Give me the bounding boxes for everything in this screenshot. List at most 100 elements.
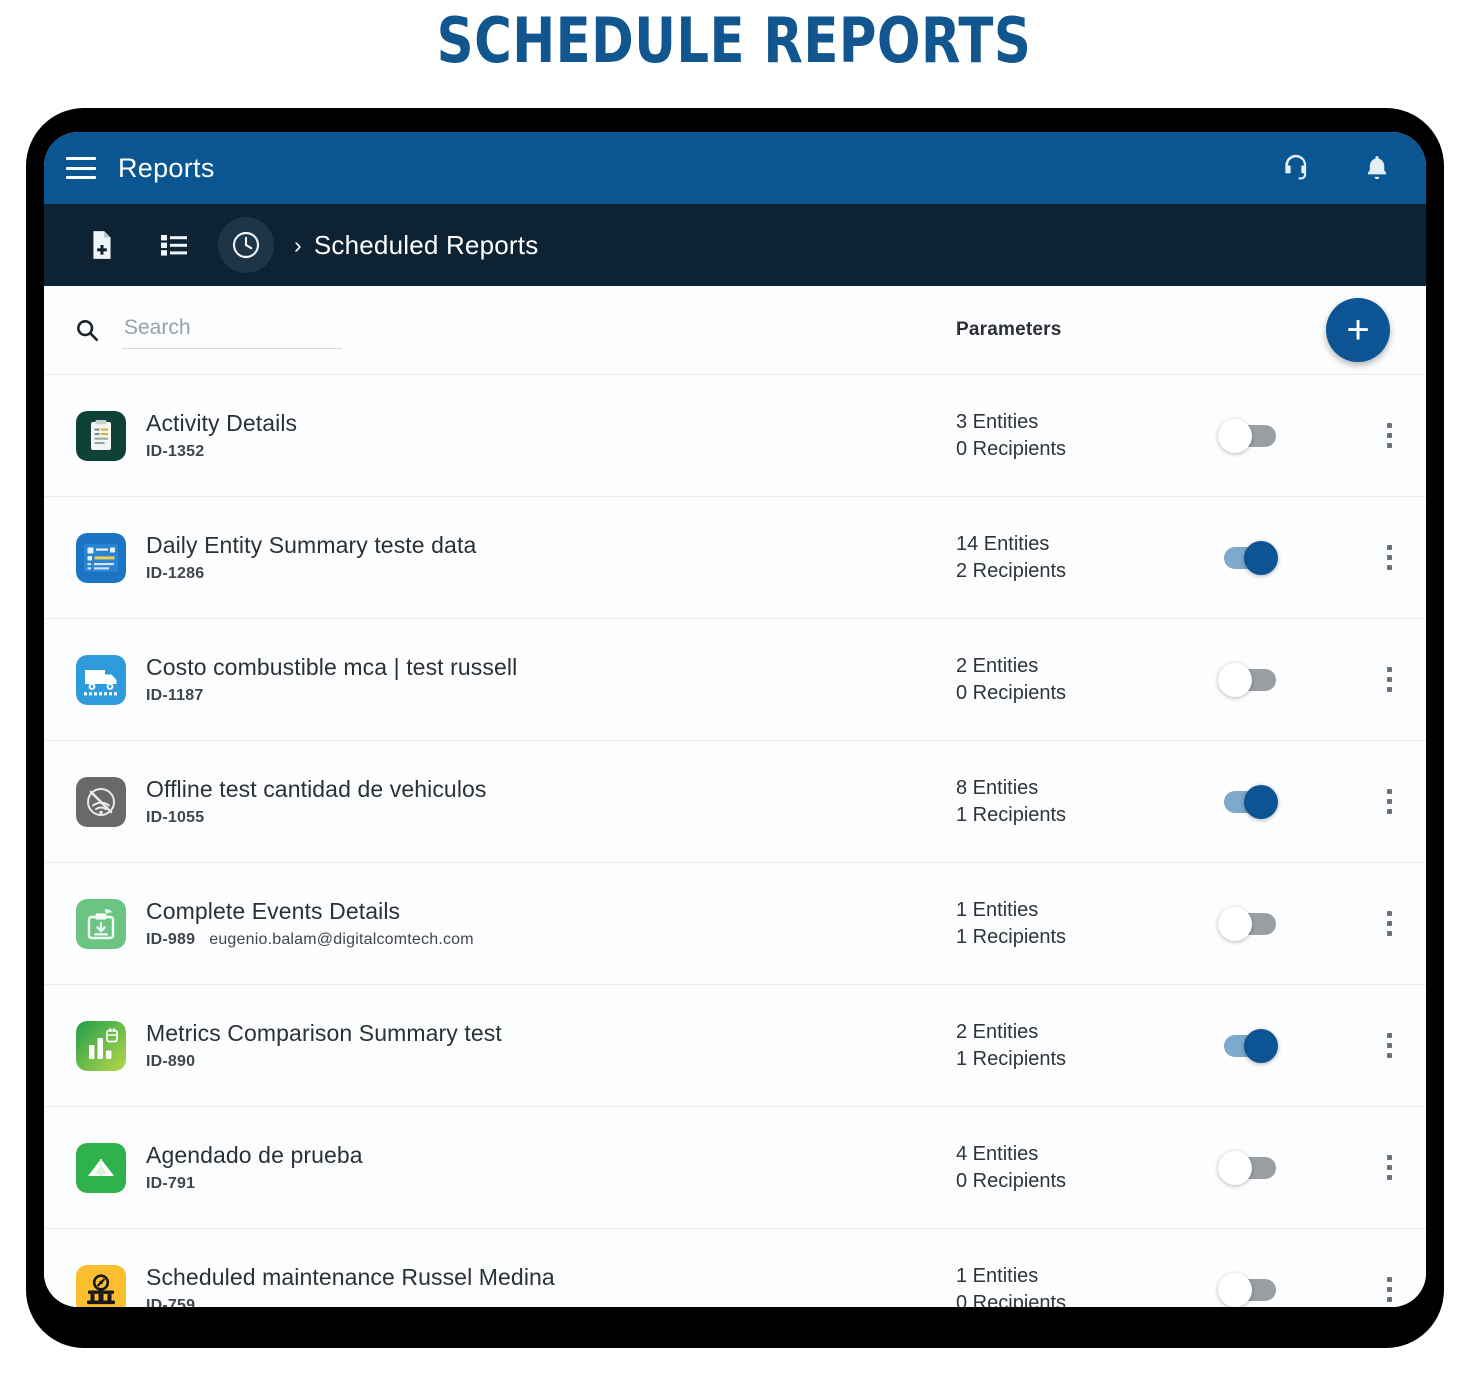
- recipients-count: 1 Recipients: [956, 1047, 1067, 1070]
- add-scheduled-report-button[interactable]: +: [1326, 298, 1390, 362]
- enable-toggle[interactable]: [1218, 1150, 1278, 1185]
- report-meta: ID-791: [146, 1175, 363, 1193]
- entities-count: 8 Entities: [956, 777, 1039, 800]
- report-meta: ID-1352: [146, 443, 297, 461]
- report-meta: ID-1055: [146, 809, 487, 827]
- report-id: ID-890: [146, 1053, 196, 1071]
- row-text: Complete Events Details ID-989 eugenio.b…: [146, 898, 474, 950]
- toggle-knob: [1244, 784, 1278, 819]
- row-text: Offline test cantidad de vehiculos ID-10…: [146, 776, 487, 828]
- enable-toggle[interactable]: [1222, 1028, 1278, 1063]
- report-name: Metrics Comparison Summary test: [146, 1019, 502, 1046]
- row-menu-icon[interactable]: [1372, 663, 1406, 697]
- recipients-count: 2 Recipients: [956, 559, 1067, 582]
- entities-count: 2 Entities: [956, 655, 1039, 678]
- table-row[interactable]: Complete Events Details ID-989 eugenio.b…: [44, 862, 1426, 984]
- recipients-count: 0 Recipients: [956, 437, 1067, 460]
- report-meta: ID-890: [146, 1053, 502, 1071]
- enable-toggle[interactable]: [1222, 540, 1278, 575]
- table-row[interactable]: Daily Entity Summary teste data ID-1286 …: [44, 496, 1426, 618]
- entities-count: 14 Entities: [956, 533, 1050, 556]
- truck-fuel-icon: [76, 654, 126, 705]
- table-row[interactable]: Scheduled maintenance Russel Medina ID-7…: [44, 1228, 1426, 1307]
- report-id: ID-989: [146, 931, 196, 949]
- table-row[interactable]: Activity Details ID-1352 3 Entities 0 Re…: [44, 374, 1426, 496]
- headset-icon[interactable]: [1280, 152, 1312, 184]
- toggle-knob: [1218, 1150, 1252, 1185]
- row-parameters: 1 Entities 0 Recipients: [956, 1263, 1066, 1307]
- row-text: Daily Entity Summary teste data ID-1286: [146, 532, 476, 584]
- recipients-count: 0 Recipients: [956, 1291, 1067, 1308]
- chevron-right-icon: ›: [294, 231, 302, 258]
- table-row[interactable]: Offline test cantidad de vehiculos ID-10…: [44, 740, 1426, 862]
- report-name: Offline test cantidad de vehiculos: [146, 775, 487, 802]
- toggle-knob: [1244, 540, 1278, 575]
- bar-chart-icon: [76, 1020, 126, 1071]
- bell-icon[interactable]: [1362, 152, 1392, 184]
- enable-toggle[interactable]: [1218, 1272, 1278, 1307]
- toggle-knob: [1218, 662, 1252, 697]
- report-name: Costo combustible mca | test russell: [146, 653, 518, 680]
- toggle-knob: [1218, 906, 1252, 941]
- enable-toggle[interactable]: [1218, 418, 1278, 453]
- row-menu-icon[interactable]: [1372, 541, 1406, 575]
- report-id: ID-1055: [146, 809, 205, 827]
- row-parameters: 1 Entities 1 Recipients: [956, 897, 1066, 950]
- triangle-mark-icon: [76, 1142, 126, 1193]
- report-meta: ID-989 eugenio.balam@digitalcomtech.com: [146, 931, 474, 949]
- report-name: Activity Details: [146, 409, 298, 436]
- plus-icon: +: [1346, 308, 1370, 352]
- report-list-icon[interactable]: [146, 217, 202, 273]
- report-id: ID-1352: [146, 443, 205, 461]
- entities-count: 2 Entities: [956, 1021, 1039, 1044]
- row-text: Scheduled maintenance Russel Medina ID-7…: [146, 1264, 555, 1307]
- report-id: ID-759: [146, 1297, 196, 1307]
- row-parameters: 8 Entities 1 Recipients: [956, 775, 1066, 828]
- report-id: ID-1286: [146, 565, 205, 583]
- scheduled-clock-icon[interactable]: [218, 217, 274, 273]
- toggle-knob: [1244, 1028, 1278, 1063]
- report-name: Complete Events Details: [146, 897, 401, 924]
- search-row: Parameters +: [44, 286, 1426, 374]
- row-menu-icon[interactable]: [1372, 419, 1406, 453]
- app-bar-actions: [1280, 152, 1392, 184]
- row-menu-icon[interactable]: [1372, 1029, 1406, 1063]
- toggle-knob: [1218, 1272, 1252, 1307]
- row-menu-icon[interactable]: [1372, 1273, 1406, 1307]
- recipients-count: 0 Recipients: [956, 681, 1067, 704]
- summary-card-icon: [76, 532, 126, 583]
- app-bar: Reports: [44, 132, 1426, 204]
- clipboard-document-icon: [76, 410, 126, 461]
- recipients-count: 0 Recipients: [956, 1169, 1067, 1192]
- report-meta: ID-759: [146, 1297, 555, 1307]
- toggle-knob: [1218, 418, 1252, 453]
- new-report-icon[interactable]: [74, 217, 130, 273]
- row-menu-icon[interactable]: [1372, 1151, 1406, 1185]
- row-text: Agendado de prueba ID-791: [146, 1142, 363, 1194]
- row-parameters: 4 Entities 0 Recipients: [956, 1141, 1066, 1194]
- enable-toggle[interactable]: [1218, 662, 1278, 697]
- breadcrumb: › Scheduled Reports: [294, 230, 538, 261]
- entities-count: 3 Entities: [956, 411, 1039, 434]
- table-row[interactable]: Metrics Comparison Summary test ID-890 2…: [44, 984, 1426, 1106]
- maintenance-gear-icon: [76, 1264, 126, 1307]
- report-name: Agendado de prueba: [146, 1141, 363, 1168]
- hamburger-icon[interactable]: [66, 157, 96, 179]
- enable-toggle[interactable]: [1218, 906, 1278, 941]
- row-menu-icon[interactable]: [1372, 785, 1406, 819]
- enable-toggle[interactable]: [1222, 784, 1278, 819]
- row-email: eugenio.balam@digitalcomtech.com: [209, 931, 474, 949]
- table-row[interactable]: Agendado de prueba ID-791 4 Entities 0 R…: [44, 1106, 1426, 1228]
- search-icon: [70, 317, 104, 343]
- row-parameters: 14 Entities 2 Recipients: [956, 531, 1066, 584]
- row-menu-icon[interactable]: [1372, 907, 1406, 941]
- row-text: Costo combustible mca | test russell ID-…: [146, 654, 517, 706]
- report-meta: ID-1187: [146, 687, 517, 705]
- row-parameters: 2 Entities 0 Recipients: [956, 653, 1066, 706]
- entities-count: 1 Entities: [956, 899, 1039, 922]
- offline-signal-icon: [76, 776, 126, 827]
- search-input[interactable]: [122, 311, 342, 349]
- page-title: SCHEDULE REPORTS: [436, 4, 1032, 77]
- entities-count: 1 Entities: [956, 1265, 1039, 1288]
- table-row[interactable]: Costo combustible mca | test russell ID-…: [44, 618, 1426, 740]
